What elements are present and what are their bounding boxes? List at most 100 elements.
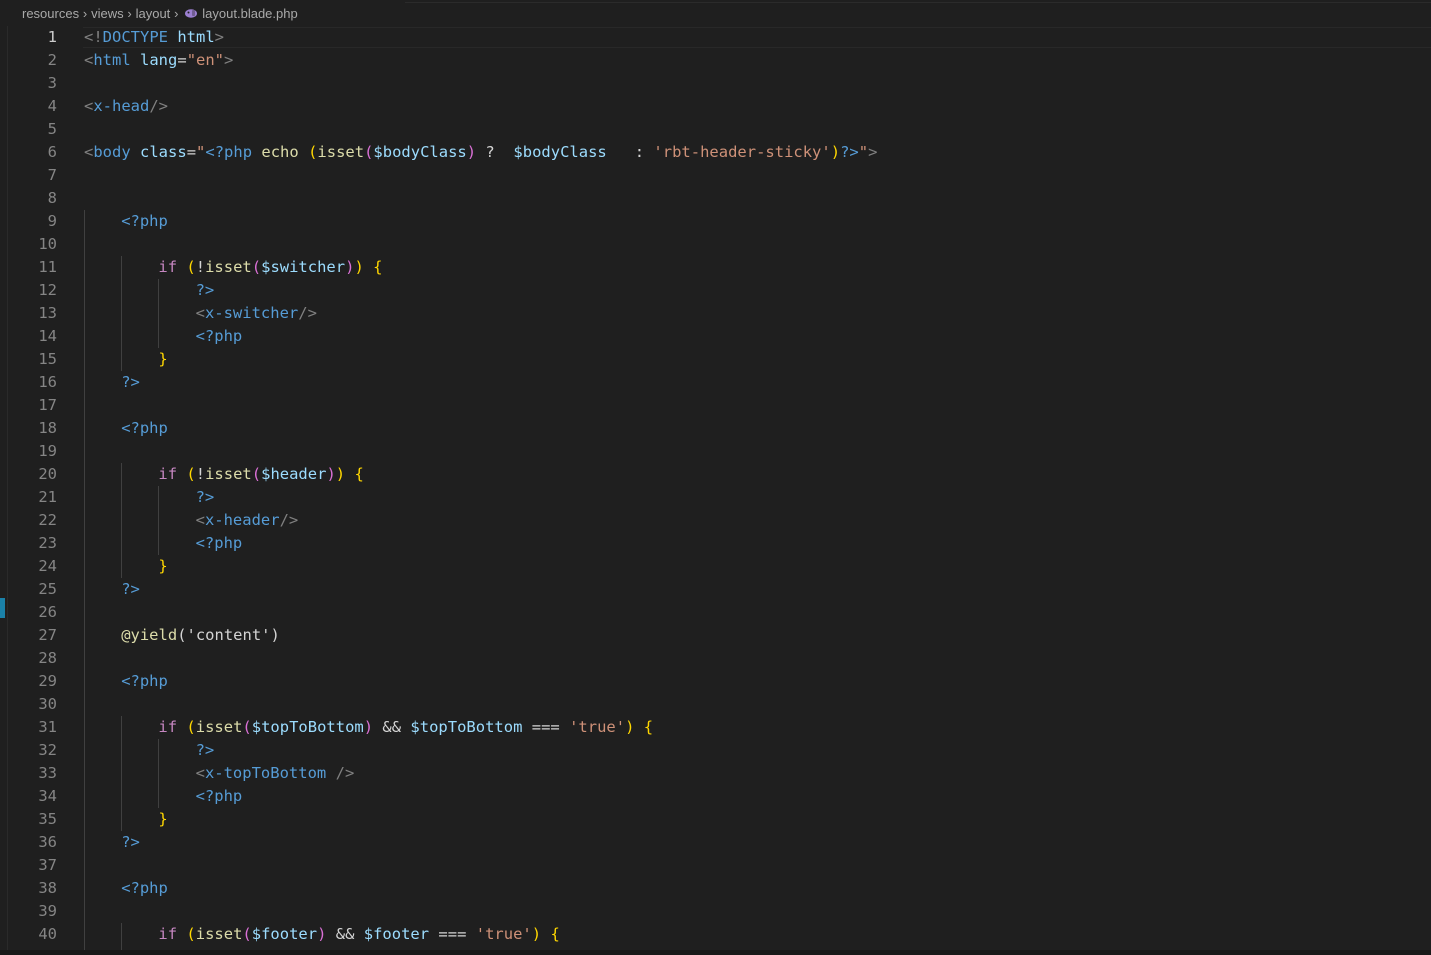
code-line[interactable]: 40 if (isset($footer) && $footer === 'tru…	[0, 923, 1431, 946]
code-line[interactable]: 23 <?php	[0, 532, 1431, 555]
code-line[interactable]: 5	[0, 118, 1431, 141]
line-number: 39	[38, 902, 57, 920]
code-token: <?php	[195, 534, 243, 552]
code-token: isset	[317, 143, 365, 161]
line-number: 1	[47, 28, 57, 46]
code-token: }	[158, 810, 168, 828]
code-line[interactable]: 33 <x-topToBottom />	[0, 762, 1431, 785]
code-line[interactable]: 4 <x-head/>	[0, 95, 1431, 118]
code-line[interactable]: 34 <?php	[0, 785, 1431, 808]
code-token: $topToBottom	[251, 718, 364, 736]
code-token: isset	[205, 465, 252, 483]
code-token: (	[186, 718, 196, 736]
code-text: ?>	[196, 279, 215, 302]
code-line[interactable]: 2 <html lang="en">	[0, 49, 1431, 72]
code-token: html	[177, 28, 215, 46]
code-line[interactable]: 17	[0, 394, 1431, 417]
code-token: <?php	[205, 143, 253, 161]
code-line[interactable]: 36 ?>	[0, 831, 1431, 854]
code-token: !	[195, 465, 206, 483]
code-token: )	[326, 465, 336, 483]
breadcrumb-item-views[interactable]: views	[91, 6, 124, 21]
code-token: $switcher	[261, 258, 346, 276]
code-line[interactable]: 21 ?>	[0, 486, 1431, 509]
code-line[interactable]: 22 <x-header/>	[0, 509, 1431, 532]
code-line[interactable]: 27 @yield('content')	[0, 624, 1431, 647]
breadcrumb-item-file[interactable]: layout.blade.php	[202, 6, 297, 21]
indent-guide	[158, 486, 159, 555]
code-text: ?>	[121, 578, 140, 601]
code-line[interactable]: 13 <x-switcher/>	[0, 302, 1431, 325]
code-token: $topToBottom	[410, 718, 523, 736]
code-token: }	[158, 350, 168, 368]
code-token: x-topToBottom	[204, 764, 327, 782]
code-token: =	[177, 51, 187, 69]
code-token: ?	[476, 143, 514, 161]
code-line[interactable]: 35}	[0, 808, 1431, 831]
code-line[interactable]: 37	[0, 854, 1431, 877]
code-line[interactable]: 18 <?php	[0, 417, 1431, 440]
code-token: DOCTYPE	[102, 28, 168, 46]
line-number: 32	[38, 741, 57, 759]
code-token: 'rbt-header-sticky'	[653, 143, 831, 161]
code-line[interactable]: 20 if (!isset($header)) {	[0, 463, 1431, 486]
code-line[interactable]: 15}	[0, 348, 1431, 371]
code-line[interactable]: 11 if (!isset($switcher)) {	[0, 256, 1431, 279]
line-number: 35	[38, 810, 57, 828]
code-line[interactable]: 31 if (isset($topToBottom) && $topToBotto…	[0, 716, 1431, 739]
code-line[interactable]: 6 <body class="<?php echo (isset($bodyCla…	[0, 141, 1431, 164]
code-token: if	[158, 465, 178, 483]
breadcrumb-item-resources[interactable]: resources	[22, 6, 79, 21]
code-line[interactable]: 14 <?php	[0, 325, 1431, 348]
indent-guide	[84, 210, 85, 955]
code-line[interactable]: 30	[0, 693, 1431, 716]
code-token: <!	[84, 28, 103, 46]
line-number: 38	[38, 879, 57, 897]
code-line[interactable]: 19	[0, 440, 1431, 463]
code-token: ?>	[195, 741, 215, 759]
code-line[interactable]: 12 ?>	[0, 279, 1431, 302]
code-line[interactable]: 29 <?php	[0, 670, 1431, 693]
code-line[interactable]: 28	[0, 647, 1431, 670]
code-line[interactable]: 24}	[0, 555, 1431, 578]
code-line[interactable]: 3	[0, 72, 1431, 95]
code-line[interactable]: 26	[0, 601, 1431, 624]
code-line[interactable]: 10	[0, 233, 1431, 256]
horizontal-scrollbar[interactable]	[0, 950, 1431, 955]
code-line[interactable]: 25 ?>	[0, 578, 1431, 601]
code-line[interactable]: 38 <?php	[0, 877, 1431, 900]
line-number: 33	[38, 764, 57, 782]
code-text: <!DOCTYPE html>	[84, 26, 224, 49]
line-number: 23	[38, 534, 57, 552]
code-token: <	[84, 143, 94, 161]
line-number: 9	[47, 212, 57, 230]
code-token: echo	[261, 143, 299, 161]
code-token: <	[195, 511, 205, 529]
code-token: <?php	[195, 787, 243, 805]
code-token: isset	[195, 925, 243, 943]
code-token: x-head	[93, 97, 150, 115]
code-text: <x-head/>	[84, 95, 168, 118]
code-line[interactable]: 1 <!DOCTYPE html>	[0, 26, 1431, 49]
code-editor[interactable]: 1 <!DOCTYPE html> 2 <html lang="en"> 3 4 <x-he…	[0, 26, 1431, 955]
code-line[interactable]: 7	[0, 164, 1431, 187]
code-token: 'true'	[475, 925, 532, 943]
line-number: 13	[38, 304, 57, 322]
line-number: 30	[38, 695, 57, 713]
code-token: (	[186, 925, 196, 943]
code-line[interactable]: 9 <?php	[0, 210, 1431, 233]
code-text: <?php	[121, 877, 168, 900]
code-line[interactable]: 32 ?>	[0, 739, 1431, 762]
code-line[interactable]: 8	[0, 187, 1431, 210]
code-token: (	[242, 925, 252, 943]
code-line[interactable]: 16 ?>	[0, 371, 1431, 394]
code-line[interactable]: 39	[0, 900, 1431, 923]
code-token: )	[531, 925, 542, 943]
code-text: if (isset($footer) && $footer === 'true'…	[158, 923, 559, 946]
breadcrumb-item-layout[interactable]: layout	[136, 6, 171, 21]
line-number: 11	[38, 258, 57, 276]
